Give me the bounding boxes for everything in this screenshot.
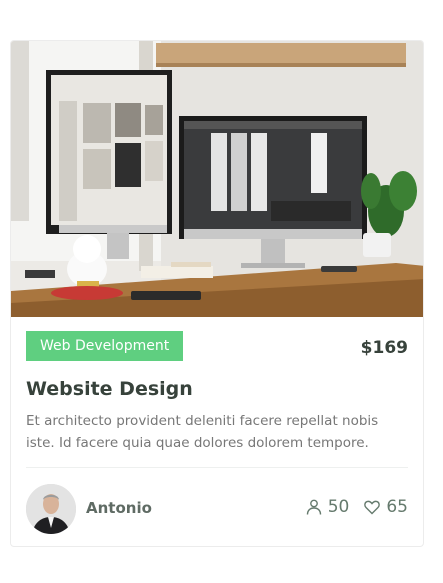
heart-icon: [364, 500, 381, 515]
divider: [26, 467, 408, 468]
course-price: $169: [360, 338, 408, 358]
category-badge[interactable]: Web Development: [26, 331, 184, 361]
likes-count[interactable]: 65: [363, 497, 408, 517]
course-card[interactable]: Web Development $169 Website Design Et a…: [10, 40, 424, 547]
course-description: Et architecto provident deleniti facere …: [26, 413, 379, 451]
trainer-name[interactable]: Antonio: [86, 499, 152, 517]
course-image: [11, 41, 423, 317]
students-value: 50: [327, 497, 350, 517]
user-icon: [306, 499, 321, 515]
likes-value: 65: [386, 497, 408, 517]
students-count: 50: [305, 497, 350, 517]
course-stats: 50 65: [305, 497, 408, 517]
trainer-avatar: [26, 484, 76, 534]
course-title[interactable]: Website Design: [26, 378, 193, 400]
